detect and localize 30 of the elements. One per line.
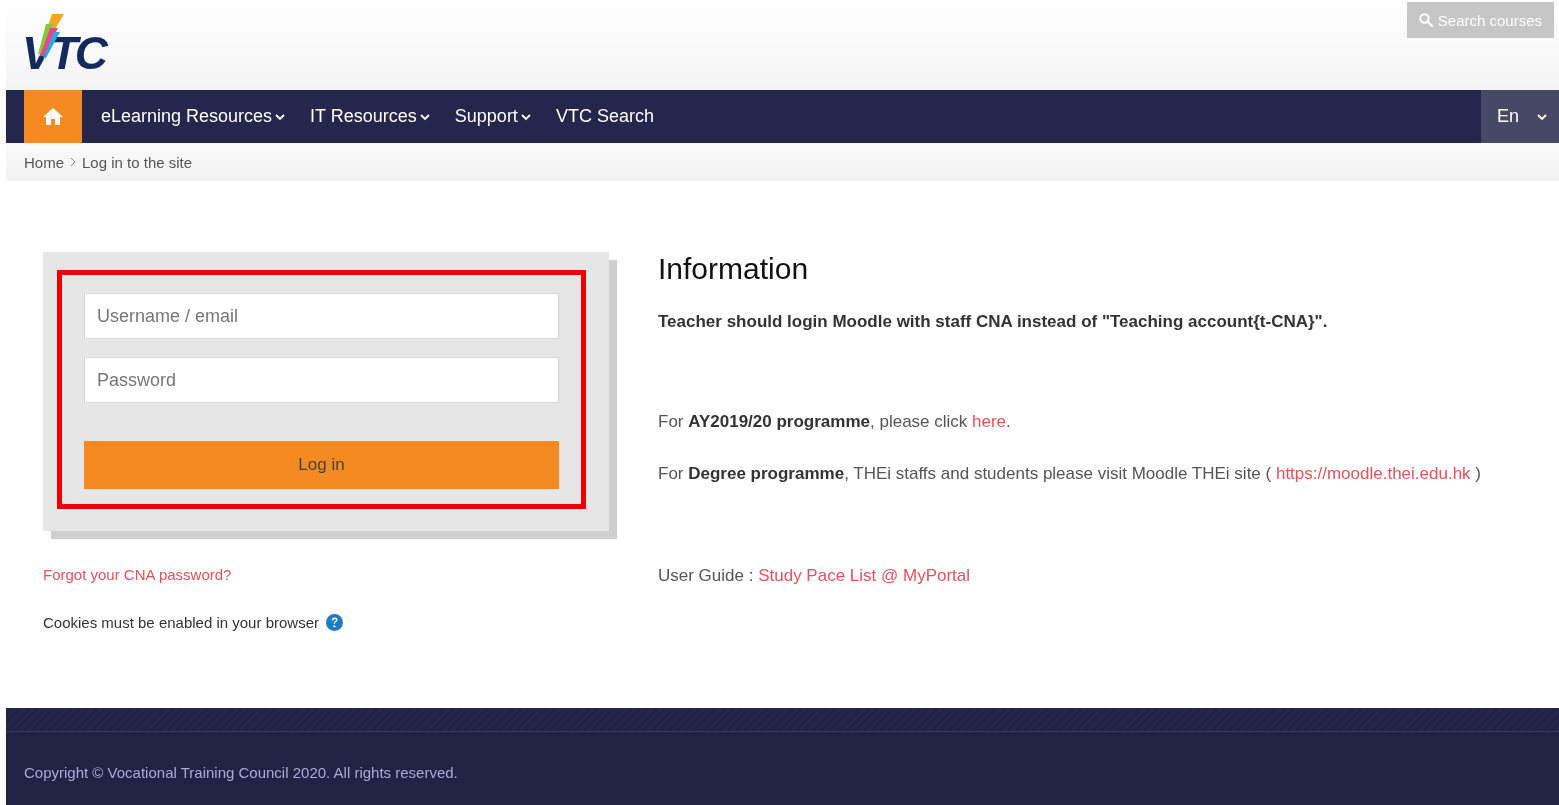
- section-heading: Information: [658, 252, 810, 286]
- info-text: User Guide : Study Pace List @ MyPortal: [658, 566, 972, 586]
- login-button[interactable]: Log in: [84, 441, 559, 489]
- nav-menu-item[interactable]: eLearning Resources: [82, 90, 300, 143]
- info-text: Teacher should login Moodle with staff CNA instead of "Teaching account{t-CNA}".: [658, 312, 1329, 332]
- info-text: For AY2019/20 programme, please click here.: [658, 412, 1012, 432]
- username-field[interactable]: Username / email: [84, 293, 559, 339]
- caret-icon: [520, 112, 531, 121]
- help-icon: [326, 614, 343, 631]
- link[interactable]: Study Pace List @ MyPortal: [758, 566, 971, 585]
- search-icon: [1418, 13, 1433, 27]
- caret-icon: [419, 112, 430, 121]
- forgot-password-link[interactable]: Forgot your CNA password?: [43, 566, 232, 583]
- breadcrumb-link[interactable]: Home: [24, 153, 64, 171]
- chevron-icon: [70, 157, 76, 167]
- caret-icon: [1537, 112, 1548, 121]
- password-field[interactable]: Password: [84, 357, 559, 403]
- link[interactable]: here: [972, 412, 1007, 431]
- nav-menu-item[interactable]: Support: [443, 90, 545, 143]
- home-icon: [43, 108, 63, 125]
- current-page-label: Log in to the site: [82, 153, 193, 171]
- copyright-text: Copyright © Vocational Training Council 2020. All rights reserved.: [24, 764, 459, 781]
- nav-menu-item[interactable]: IT Resources: [299, 90, 444, 143]
- language-menu[interactable]: En: [1481, 90, 1559, 143]
- nav-menu-item[interactable]: VTC Search: [544, 90, 668, 143]
- cookies-note: Cookies must be enabled in your browser: [43, 614, 319, 631]
- info-text: For Degree programme, THEi staffs and students please visit Moodle THEi site ( https://moodle.thei.edu.hk ): [658, 464, 1482, 484]
- caret-icon: [275, 112, 286, 121]
- home-button[interactable]: [24, 90, 82, 143]
- link[interactable]: https://moodle.thei.edu.hk: [1275, 464, 1471, 483]
